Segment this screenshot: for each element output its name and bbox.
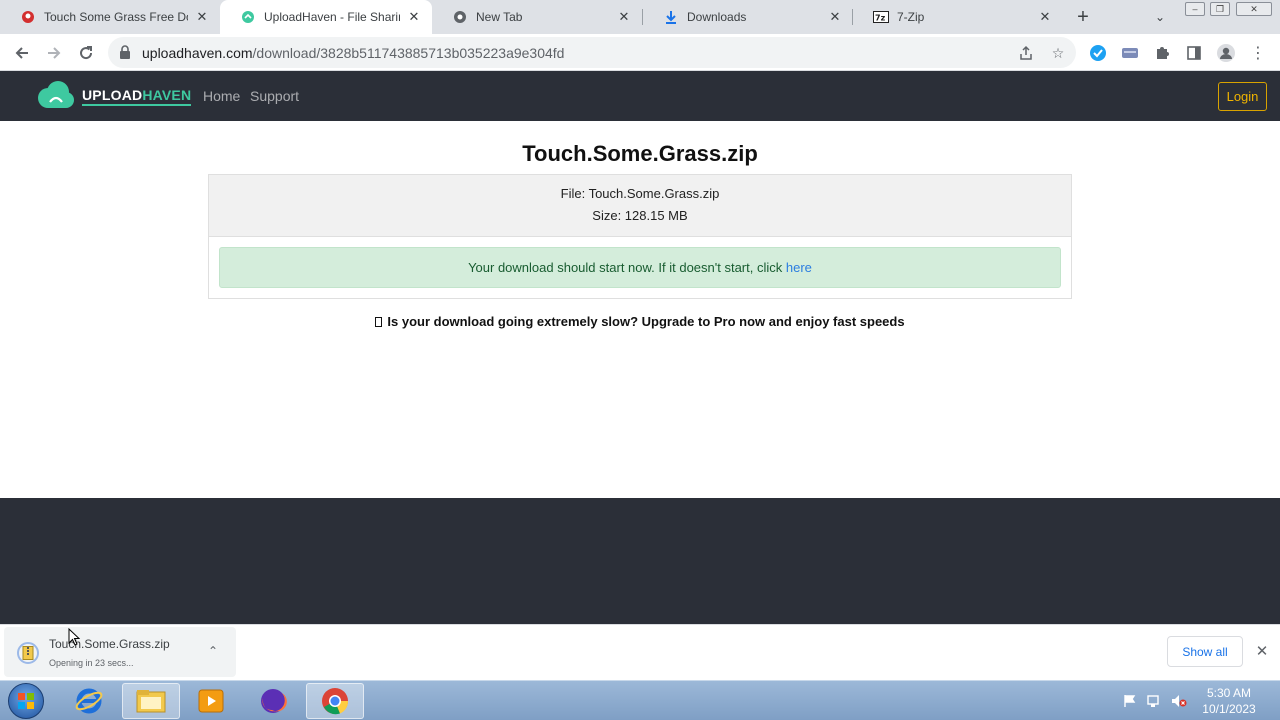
tab-title: New Tab bbox=[476, 10, 523, 24]
nav-home-link[interactable]: Home bbox=[203, 88, 240, 104]
cloud-logo-icon bbox=[38, 81, 74, 108]
reload-icon[interactable] bbox=[74, 41, 98, 65]
logo-haven-text: HAVEN bbox=[142, 86, 192, 103]
download-item[interactable]: Touch.Some.Grass.zip Opening in 23 secs.… bbox=[4, 627, 236, 677]
zip-file-icon bbox=[17, 642, 39, 664]
taskbar-clock[interactable]: 5:30 AM 10/1/2023 bbox=[1194, 685, 1264, 717]
new-tab-plus-icon[interactable]: + bbox=[1072, 6, 1094, 28]
tab-7zip[interactable]: 7z 7-Zip ✕ bbox=[853, 0, 1063, 34]
svg-text:7z: 7z bbox=[875, 14, 886, 23]
clock-time: 5:30 AM bbox=[1206, 686, 1252, 700]
7zip-favicon-icon: 7z bbox=[873, 9, 889, 25]
tab-touch-some-grass[interactable]: Touch Some Grass Free Dow ✕ bbox=[0, 0, 220, 34]
site-navbar: UPLOADHAVEN Home Support Login bbox=[0, 71, 1280, 121]
download-alert: Your download should start now. If it do… bbox=[219, 247, 1061, 288]
extension-card-icon[interactable] bbox=[1118, 41, 1142, 65]
tab-close-icon[interactable]: ✕ bbox=[194, 9, 210, 25]
uploadhaven-logo[interactable]: UPLOADHAVEN bbox=[36, 79, 192, 113]
forward-arrow-icon[interactable] bbox=[42, 41, 66, 65]
side-panel-icon[interactable] bbox=[1182, 41, 1206, 65]
close-window-icon[interactable]: ✕ bbox=[1236, 2, 1272, 16]
file-name-line: File: Touch.Some.Grass.zip bbox=[560, 186, 720, 201]
red-site-favicon-icon bbox=[20, 9, 36, 25]
url-domain: uploadhaven.com bbox=[142, 45, 253, 61]
download-shelf: Touch.Some.Grass.zip Opening in 23 secs.… bbox=[0, 624, 1280, 680]
action-center-flag-icon[interactable] bbox=[1122, 693, 1138, 709]
lock-icon[interactable] bbox=[119, 45, 133, 59]
back-arrow-icon[interactable] bbox=[10, 41, 34, 65]
tab-uploadhaven[interactable]: UploadHaven - File Sharing ✕ bbox=[220, 0, 432, 34]
url-text[interactable]: uploadhaven.com/download/3828b5117438857… bbox=[142, 45, 564, 61]
close-icon[interactable]: ✕ bbox=[1254, 643, 1270, 660]
restore-window-icon[interactable]: ❐ bbox=[1210, 2, 1230, 16]
media-player-icon[interactable] bbox=[182, 683, 240, 719]
browser-toolbar: uploadhaven.com/download/3828b5117438857… bbox=[0, 34, 1280, 71]
tab-title: UploadHaven - File Sharing bbox=[264, 10, 400, 24]
logo-wordmark: UPLOADHAVEN bbox=[82, 86, 192, 106]
start-button-icon[interactable] bbox=[8, 683, 44, 719]
mouse-cursor-icon bbox=[68, 628, 80, 646]
nav-support-link[interactable]: Support bbox=[250, 88, 299, 104]
address-bar[interactable]: uploadhaven.com/download/3828b5117438857… bbox=[108, 37, 1076, 68]
logo-upload-text: UPLOAD bbox=[82, 86, 143, 103]
clock-date: 10/1/2023 bbox=[1202, 702, 1256, 716]
minimize-window-icon[interactable]: – bbox=[1185, 2, 1205, 16]
alert-text: Your download should start now. If it do… bbox=[468, 260, 786, 275]
download-here-link[interactable]: here bbox=[786, 260, 812, 275]
volume-muted-icon[interactable] bbox=[1171, 693, 1187, 709]
windows-taskbar: 5:30 AM 10/1/2023 bbox=[0, 680, 1280, 720]
site-footer bbox=[0, 498, 1280, 624]
extensions-puzzle-icon[interactable] bbox=[1150, 41, 1174, 65]
show-all-button[interactable]: Show all bbox=[1167, 636, 1243, 667]
file-info-card: File: Touch.Some.Grass.zip Size: 128.15 … bbox=[208, 174, 1072, 299]
firefox-icon[interactable] bbox=[244, 683, 302, 719]
tab-new-tab[interactable]: New Tab ✕ bbox=[432, 0, 642, 34]
missing-glyph-icon bbox=[375, 317, 383, 327]
download-arrow-icon bbox=[663, 9, 679, 25]
share-icon[interactable] bbox=[1016, 43, 1036, 63]
tab-close-icon[interactable]: ✕ bbox=[616, 9, 632, 25]
chevron-up-icon[interactable]: ⌃ bbox=[206, 644, 220, 658]
tab-title: 7-Zip bbox=[897, 10, 925, 24]
promo-text: Is your download going extremely slow? U… bbox=[387, 314, 905, 329]
internet-explorer-icon[interactable] bbox=[60, 683, 118, 719]
upgrade-promo[interactable]: Is your download going extremely slow? U… bbox=[0, 314, 1280, 329]
tab-search-chevron-icon[interactable]: ⌄ bbox=[1150, 8, 1170, 26]
file-explorer-icon[interactable] bbox=[122, 683, 180, 719]
login-button[interactable]: Login bbox=[1218, 82, 1267, 111]
main-content: Touch.Some.Grass.zip File: Touch.Some.Gr… bbox=[0, 121, 1280, 498]
file-info-header: File: Touch.Some.Grass.zip Size: 128.15 … bbox=[209, 175, 1071, 237]
url-path: /download/3828b511743885713b035223a9e304… bbox=[252, 45, 565, 61]
tab-title: Downloads bbox=[687, 10, 747, 24]
uploadhaven-favicon-icon bbox=[240, 9, 256, 25]
tab-strip: Touch Some Grass Free Dow ✕ UploadHaven … bbox=[0, 0, 1280, 34]
tab-title: Touch Some Grass Free Dow bbox=[44, 10, 188, 24]
tab-downloads[interactable]: Downloads ✕ bbox=[643, 0, 853, 34]
chrome-icon[interactable] bbox=[306, 683, 364, 719]
tab-close-icon[interactable]: ✕ bbox=[406, 9, 422, 25]
tab-close-icon[interactable]: ✕ bbox=[827, 9, 843, 25]
download-status: Opening in 23 secs... bbox=[49, 658, 134, 668]
chrome-favicon-icon bbox=[452, 9, 468, 25]
extension-check-icon[interactable] bbox=[1086, 41, 1110, 65]
file-size-line: Size: 128.15 MB bbox=[592, 208, 688, 223]
tab-close-icon[interactable]: ✕ bbox=[1037, 9, 1053, 25]
bookmark-star-icon[interactable]: ☆ bbox=[1048, 43, 1068, 63]
network-icon[interactable] bbox=[1146, 693, 1162, 709]
profile-avatar-icon[interactable] bbox=[1214, 41, 1238, 65]
page-title: Touch.Some.Grass.zip bbox=[522, 141, 758, 166]
kebab-menu-icon[interactable]: ⋮ bbox=[1246, 41, 1270, 65]
